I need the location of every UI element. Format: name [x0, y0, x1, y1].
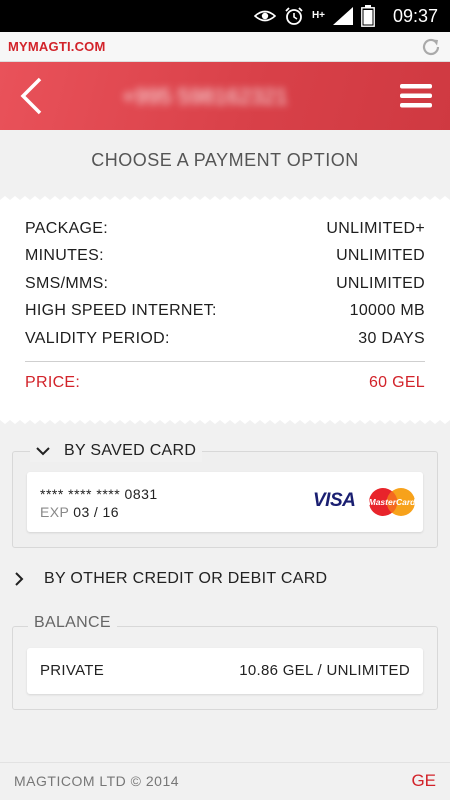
balance-header: BALANCE: [28, 614, 117, 632]
visa-logo: VISA: [313, 490, 356, 511]
row-value: UNLIMITED: [336, 275, 425, 292]
saved-card-label: BY SAVED CARD: [64, 442, 197, 459]
signal-icon: [333, 7, 353, 25]
mastercard-text: MasterCard: [369, 497, 417, 507]
site-brand[interactable]: MYMAGTI.COM: [8, 39, 106, 54]
card-number: **** **** **** 0831: [40, 486, 158, 502]
footer: MAGTICOM LTD © 2014 GE: [0, 762, 450, 800]
saved-card-toggle[interactable]: BY SAVED CARD: [30, 440, 203, 462]
row-value: 30 DAYS: [358, 330, 425, 347]
chevron-down-icon: [36, 447, 50, 456]
app-header: +995 598162321: [0, 62, 450, 130]
price-value: 60 GEL: [368, 374, 425, 391]
mastercard-logo: MasterCard: [369, 488, 417, 516]
eye-icon: [253, 10, 276, 22]
zigzag-edge-top: [0, 196, 450, 204]
internet-row: HIGH SPEED INTERNET: 10000 MB: [25, 302, 425, 320]
balance-item[interactable]: PRIVATE 10.86 GEL / UNLIMITED: [27, 648, 423, 694]
row-label: VALIDITY PERIOD:: [25, 330, 170, 347]
reload-icon[interactable]: [420, 36, 442, 58]
chevron-left-icon[interactable]: [16, 76, 46, 116]
exp-value: 03 / 16: [73, 504, 119, 520]
phone-number: +995 598162321: [122, 84, 288, 109]
row-label: MINUTES:: [25, 247, 104, 264]
balance-name: PRIVATE: [40, 662, 105, 679]
package-row: PACKAGE: UNLIMITED+: [25, 220, 425, 238]
other-card-label: BY OTHER CREDIT OR DEBIT CARD: [44, 570, 328, 587]
validity-row: VALIDITY PERIOD: 30 DAYS: [25, 330, 425, 348]
network-type: H+: [311, 10, 325, 21]
exp-label: EXP: [40, 504, 69, 520]
divider: [25, 361, 425, 362]
browser-bar: MYMAGTI.COM: [0, 32, 450, 62]
alarm-icon: [285, 7, 303, 25]
copyright: MAGTICOM LTD © 2014: [14, 773, 180, 789]
clock: 09:37: [392, 6, 438, 26]
price-label: PRICE:: [25, 374, 81, 391]
row-value: UNLIMITED: [336, 247, 425, 264]
balance-value: 10.86 GEL / UNLIMITED: [239, 662, 410, 679]
zigzag-edge-bottom: [0, 416, 450, 424]
row-label: HIGH SPEED INTERNET:: [25, 302, 217, 319]
page-title: CHOOSE A PAYMENT OPTION: [91, 150, 359, 170]
language-switch[interactable]: GE: [411, 771, 436, 791]
chevron-right-icon: [15, 572, 24, 586]
sms-row: SMS/MMS: UNLIMITED: [25, 275, 425, 293]
hamburger-icon[interactable]: [400, 82, 432, 110]
row-value: UNLIMITED+: [326, 220, 425, 237]
other-card-option[interactable]: BY OTHER CREDIT OR DEBIT CARD: [14, 570, 327, 588]
row-value: 10000 MB: [349, 302, 425, 319]
saved-card-item[interactable]: **** **** **** 0831 EXP 03 / 16 VISA Mas…: [27, 472, 423, 532]
battery-icon: [361, 5, 375, 27]
status-bar: H+ 09:37: [0, 0, 450, 32]
card-expiry: EXP 03 / 16: [40, 504, 119, 520]
minutes-row: MINUTES: UNLIMITED: [25, 247, 425, 265]
price-row: PRICE: 60 GEL: [25, 374, 425, 392]
status-icons: H+: [253, 5, 375, 27]
row-label: PACKAGE:: [25, 220, 109, 237]
row-label: SMS/MMS:: [25, 275, 109, 292]
package-summary-card: PACKAGE: UNLIMITED+ MINUTES: UNLIMITED S…: [0, 196, 450, 424]
